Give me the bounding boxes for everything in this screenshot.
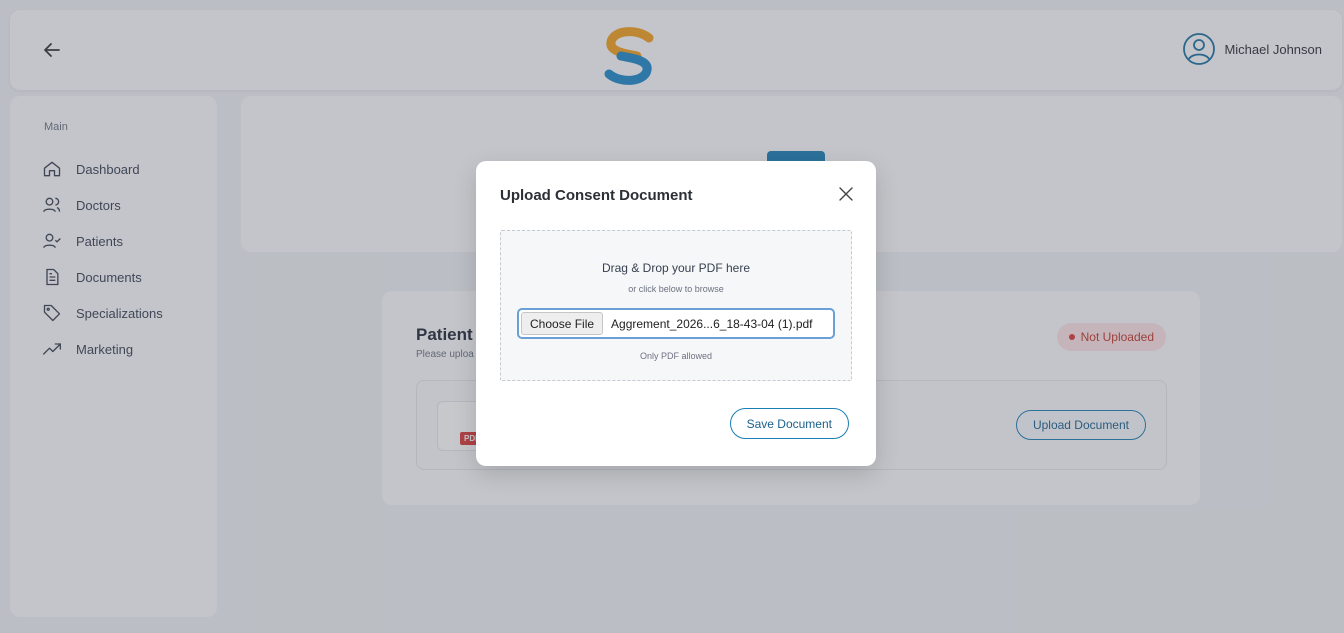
file-input[interactable]: Choose File Aggrement_2026...6_18-43-04 … (517, 308, 835, 339)
choose-file-button[interactable]: Choose File (521, 312, 604, 335)
drop-zone-title: Drag & Drop your PDF here (601, 261, 751, 275)
file-drop-zone[interactable]: Drag & Drop your PDF here or click below… (500, 230, 852, 381)
close-icon[interactable] (838, 186, 854, 202)
file-type-note: Only PDF allowed (639, 351, 713, 361)
modal-title: Upload Consent Document (500, 187, 693, 204)
save-document-button[interactable]: Save Document (729, 408, 849, 439)
upload-consent-modal: Upload Consent Document Drag & Drop your… (476, 161, 876, 466)
drop-zone-subtitle: or click below to browse (628, 284, 724, 294)
selected-file-name: Aggrement_2026...6_18-43-04 (1).pdf (611, 316, 813, 331)
